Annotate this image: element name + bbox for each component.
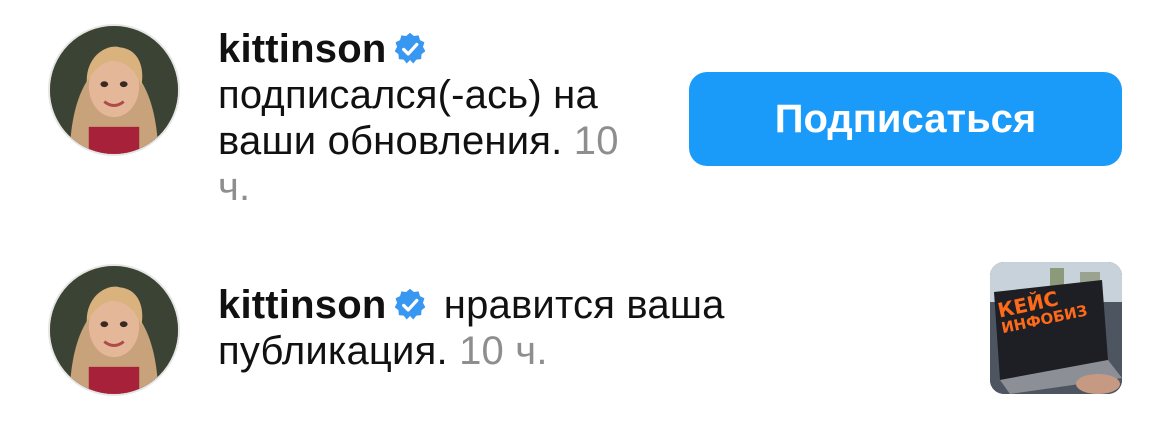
follow-button[interactable]: Подписаться [689, 72, 1122, 166]
verified-badge-icon [395, 288, 426, 320]
avatar-photo [50, 266, 178, 394]
username[interactable]: kittinson [218, 27, 386, 71]
post-thumbnail[interactable]: КЕЙС ИНФОБИЗ [990, 262, 1122, 394]
user-avatar[interactable] [48, 24, 180, 156]
timestamp: 10 ч. [459, 329, 548, 373]
avatar-photo [50, 26, 178, 154]
notification-like[interactable]: kittinson нравится ваша публикация. 10 ч… [0, 262, 1170, 402]
notification-follow[interactable]: kittinson подписался(-ась) на ваши обнов… [0, 22, 1170, 222]
username[interactable]: kittinson [218, 283, 386, 327]
notification-message: подписался(-ась) на ваши обновления. [218, 73, 598, 163]
verified-badge-icon [395, 32, 426, 64]
user-avatar[interactable] [48, 264, 180, 396]
